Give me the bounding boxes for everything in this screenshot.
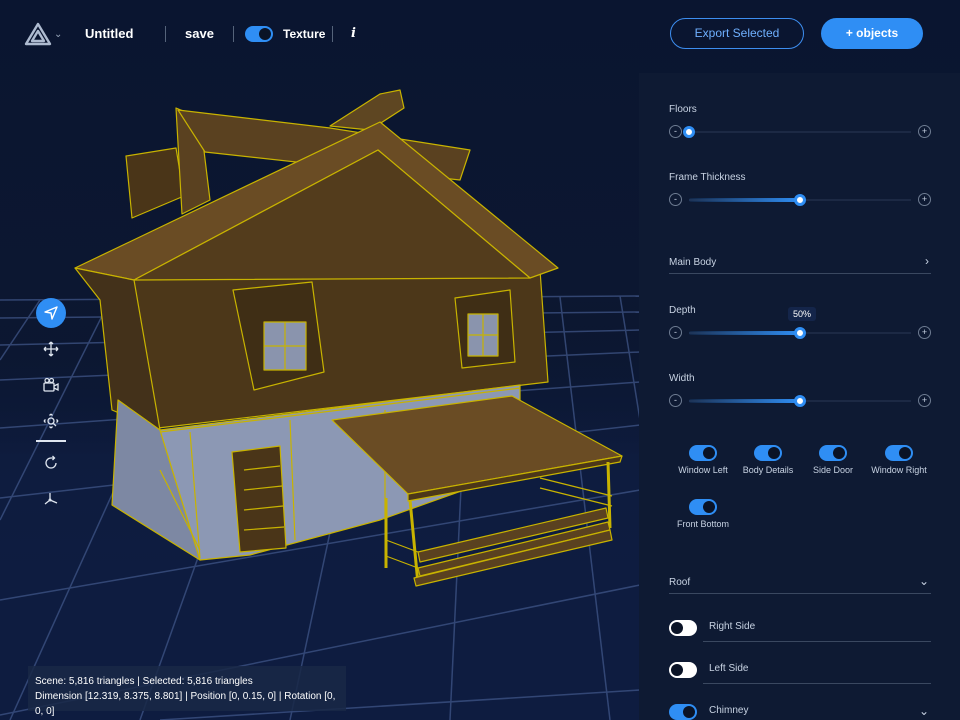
camera-icon[interactable] [36,370,66,400]
chevron-right-icon: › [925,254,929,268]
width-label: Width [669,373,695,384]
rotate-icon[interactable] [36,448,66,478]
toggle-label: Front Bottom [676,519,730,529]
side-door-toggle[interactable]: Side Door [800,445,866,475]
depth-slider[interactable]: - + [669,326,931,340]
decrement-button[interactable]: - [669,326,682,339]
toggle-label: Side Door [812,465,854,475]
divider [703,683,931,684]
divider [165,26,166,42]
body-details-toggle[interactable]: Body Details [735,445,801,475]
info-button[interactable]: i [351,26,356,41]
floors-slider[interactable]: - + [669,125,931,139]
left-side-label: Left Side [709,663,749,674]
chevron-down-icon: ⌄ [918,704,929,718]
toggle-label: Body Details [742,465,794,475]
document-title[interactable]: Untitled [85,26,133,41]
toggle-switch[interactable] [689,499,717,515]
frame-thickness-label: Frame Thickness [669,172,746,183]
toggle-switch[interactable] [754,445,782,461]
toggle-label: Window Right [871,465,927,475]
window-right-toggle[interactable]: Window Right [866,445,932,475]
chevron-down-icon: ⌄ [918,574,929,588]
divider [703,641,931,642]
slider-handle[interactable] [794,395,806,407]
select-arrow-icon[interactable] [36,298,66,328]
toolbar-divider [36,440,66,442]
right-side-toggle[interactable] [669,620,697,636]
properties-panel: Floors - + Frame Thickness - + Main Body… [639,73,960,720]
slider-handle[interactable] [683,126,695,138]
scene-triangle-count: Scene: 5,816 triangles | Selected: 5,816… [35,676,253,687]
left-side-row[interactable]: Left Side [669,662,931,684]
main-body-label: Main Body [669,257,717,268]
depth-label: Depth [669,305,696,316]
slider-handle[interactable] [794,327,806,339]
move-icon[interactable] [36,334,66,364]
decrement-button[interactable]: - [669,193,682,206]
increment-button[interactable]: + [918,193,931,206]
roof-label: Roof [669,577,691,588]
zoom-icon[interactable] [36,406,66,436]
add-objects-button[interactable]: + objects [821,18,923,49]
increment-button[interactable]: + [918,326,931,339]
depth-value-tooltip: 50% [788,307,817,321]
right-side-row[interactable]: Right Side [669,620,931,642]
app-logo-icon[interactable] [24,22,52,48]
front-bottom-toggle[interactable]: Front Bottom [670,499,736,529]
slider-handle[interactable] [794,194,806,206]
selection-transform-info: Dimension [12.319, 8.375, 8.801] | Posit… [35,691,336,717]
frame-thickness-slider[interactable]: - + [669,193,931,207]
export-selected-button[interactable]: Export Selected [670,18,804,49]
axes-icon[interactable] [36,484,66,514]
increment-button[interactable]: + [918,394,931,407]
width-slider[interactable]: - + [669,394,931,408]
chevron-down-icon[interactable]: ⌄ [54,29,62,40]
chimney-toggle[interactable] [669,704,697,720]
increment-button[interactable]: + [918,125,931,138]
toggle-label: Window Left [678,465,728,475]
chimney-label: Chimney [709,705,749,716]
divider [233,26,234,42]
save-button[interactable]: save [185,26,214,41]
top-bar: ⌄ Untitled save Texture i Export Selecte… [0,0,960,70]
toggle-switch[interactable] [885,445,913,461]
texture-label: Texture [283,27,326,41]
decrement-button[interactable]: - [669,125,682,138]
scene-status-panel: Scene: 5,816 triangles | Selected: 5,816… [28,666,346,717]
left-side-toggle[interactable] [669,662,697,678]
right-side-label: Right Side [709,621,756,632]
toggle-switch[interactable] [819,445,847,461]
toggle-switch[interactable] [689,445,717,461]
roof-section-header[interactable]: Roof ⌄ [669,574,931,594]
divider [332,26,333,42]
main-body-section-header[interactable]: Main Body › [669,254,931,274]
tool-palette [36,298,66,520]
decrement-button[interactable]: - [669,394,682,407]
window-left-toggle[interactable]: Window Left [670,445,736,475]
chimney-row[interactable]: Chimney ⌄ [669,704,931,720]
texture-toggle[interactable] [245,26,273,47]
floors-label: Floors [669,104,697,115]
